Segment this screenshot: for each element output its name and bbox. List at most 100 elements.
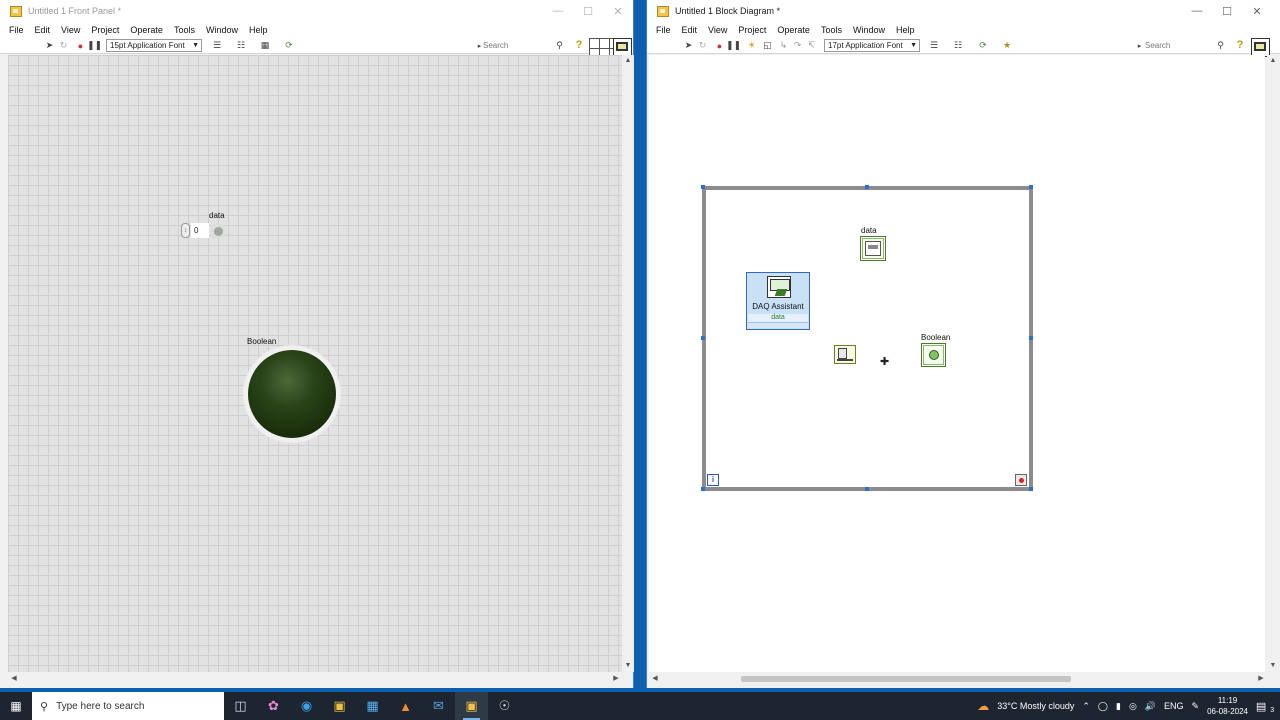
menu-view[interactable]: View — [61, 25, 80, 35]
scroll-right-icon[interactable]: ▶ — [610, 673, 622, 685]
maximize-icon[interactable]: ☐ — [1212, 0, 1242, 22]
pen-workspace-icon[interactable]: ✎ — [1192, 701, 1200, 712]
convert-dynamic-data-node[interactable] — [834, 345, 856, 364]
menu-file[interactable]: File — [9, 25, 24, 35]
taskbar-search-box[interactable]: ⚲ Type here to search — [32, 692, 224, 720]
speaker-icon[interactable]: 🔊 — [1145, 701, 1156, 712]
file-explorer-icon[interactable]: ▣ — [323, 692, 356, 720]
menu-file[interactable]: File — [656, 25, 671, 35]
scroll-down-icon[interactable]: ▼ — [622, 660, 634, 672]
daq-output-data[interactable]: data — [748, 314, 808, 322]
distribute-objects-icon[interactable]: ☷ — [950, 40, 966, 51]
align-objects-icon[interactable]: ☰ — [209, 40, 225, 51]
menu-view[interactable]: View — [708, 25, 727, 35]
language-indicator[interactable]: ENG — [1164, 701, 1184, 711]
menu-edit[interactable]: Edit — [35, 25, 51, 35]
context-help-icon[interactable]: ? — [1234, 39, 1246, 52]
menu-help[interactable]: Help — [249, 25, 268, 35]
numeric-control-label[interactable]: data — [209, 211, 225, 220]
selection-handle[interactable] — [865, 185, 869, 189]
abort-icon[interactable]: ● — [714, 40, 725, 51]
menu-tools[interactable]: Tools — [174, 25, 195, 35]
step-out-icon[interactable]: ↸ — [806, 40, 817, 51]
distribute-objects-icon[interactable]: ☷ — [233, 40, 249, 51]
pause-icon[interactable]: ❚❚ — [87, 40, 102, 51]
front-panel-horizontal-scrollbar[interactable]: ◀ ▶ — [8, 673, 622, 685]
increment-decrement-icon[interactable]: ↕ — [181, 223, 190, 238]
abort-icon[interactable]: ● — [75, 40, 86, 51]
block-diagram-search-input[interactable]: Search — [1145, 40, 1215, 52]
highlight-execution-icon[interactable]: ☀ — [746, 40, 757, 51]
maximize-icon[interactable]: ☐ — [573, 0, 603, 22]
front-panel-vertical-scrollbar[interactable]: ▲ ▼ — [622, 55, 634, 672]
run-continuously-icon[interactable]: ↻ — [58, 40, 69, 51]
iteration-terminal[interactable]: i — [707, 474, 719, 486]
selection-handle[interactable] — [701, 336, 705, 340]
copilot-icon[interactable]: ✿ — [257, 692, 290, 720]
selection-handle[interactable] — [701, 487, 705, 491]
search-icon[interactable]: ⚲ — [1215, 40, 1226, 51]
menu-window[interactable]: Window — [206, 25, 238, 35]
front-panel-search-input[interactable]: Search — [483, 40, 553, 52]
weather-text[interactable]: 33°C Mostly cloudy — [997, 701, 1074, 711]
data-control-terminal[interactable] — [860, 236, 886, 261]
mail-icon[interactable]: ✉ — [422, 692, 455, 720]
selection-handle[interactable] — [1029, 185, 1033, 189]
loop-condition-terminal[interactable] — [1015, 474, 1027, 486]
close-icon[interactable]: ✕ — [603, 0, 633, 22]
font-select[interactable]: 15pt Application Font ▼ — [106, 39, 202, 52]
menu-project[interactable]: Project — [91, 25, 119, 35]
reorder-icon[interactable]: ⟳ — [281, 40, 297, 51]
menu-operate[interactable]: Operate — [777, 25, 810, 35]
search-expand-icon[interactable]: ▸ — [1134, 40, 1145, 51]
taskbar-clock[interactable]: 11:19 06-08-2024 — [1207, 695, 1248, 717]
menu-operate[interactable]: Operate — [130, 25, 163, 35]
pause-icon[interactable]: ❚❚ — [726, 40, 741, 51]
microsoft-store-icon[interactable]: ▦ — [356, 692, 389, 720]
run-arrow-icon[interactable]: ➤ — [44, 40, 55, 51]
align-objects-icon[interactable]: ☰ — [926, 40, 942, 51]
resize-objects-icon[interactable]: ▦ — [257, 40, 273, 51]
scroll-down-icon[interactable]: ▼ — [1267, 660, 1279, 672]
boolean-led-indicator[interactable] — [243, 345, 341, 443]
front-panel-titlebar[interactable]: Untitled 1 Front Panel * — ☐ ✕ — [0, 0, 633, 22]
block-diagram-horizontal-scrollbar[interactable]: ◀ ▶ — [649, 673, 1267, 685]
reorder-icon[interactable]: ⟳ — [975, 40, 991, 51]
context-help-icon[interactable]: ? — [573, 39, 585, 52]
boolean-terminal-label[interactable]: Boolean — [921, 333, 950, 342]
minimize-icon[interactable]: — — [1182, 0, 1212, 22]
ni-labview-launcher-icon[interactable]: ☉ — [488, 692, 521, 720]
windows-start-icon[interactable]: ▦ — [0, 692, 32, 720]
menu-project[interactable]: Project — [738, 25, 766, 35]
font-select[interactable]: 17pt Application Font ▼ — [824, 39, 920, 52]
scroll-right-icon[interactable]: ▶ — [1255, 673, 1267, 685]
scroll-up-icon[interactable]: ▲ — [622, 55, 634, 67]
tray-chevron-up-icon[interactable]: ⌃ — [1082, 701, 1090, 712]
edge-browser-icon[interactable]: ◉ — [290, 692, 323, 720]
selection-handle[interactable] — [701, 185, 705, 189]
network-icon[interactable]: ◎ — [1129, 701, 1137, 712]
selection-handle[interactable] — [1029, 336, 1033, 340]
minimize-icon[interactable]: — — [543, 0, 573, 22]
daq-assistant-express-vi[interactable]: DAQ Assistant data — [746, 272, 810, 330]
express-vi-grow-handle[interactable] — [748, 322, 808, 328]
menu-tools[interactable]: Tools — [821, 25, 842, 35]
data-terminal-label[interactable]: data — [861, 226, 877, 235]
weather-cloud-icon[interactable]: ☁ — [977, 699, 989, 713]
horizontal-scroll-thumb[interactable] — [741, 676, 1071, 682]
numeric-control[interactable]: ↕ 0 — [181, 223, 227, 238]
selection-handle[interactable] — [865, 487, 869, 491]
meet-now-icon[interactable]: ◯ — [1098, 701, 1108, 712]
labview-taskbar-icon[interactable]: ▣ — [455, 692, 488, 720]
clean-up-diagram-icon[interactable]: ★ — [1000, 40, 1014, 51]
search-icon[interactable]: ⚲ — [554, 40, 565, 51]
close-icon[interactable]: ✕ — [1242, 0, 1272, 22]
step-into-icon[interactable]: ↳ — [778, 40, 789, 51]
step-over-icon[interactable]: ↷ — [792, 40, 803, 51]
block-diagram-vertical-scrollbar[interactable]: ▲ ▼ — [1267, 55, 1279, 672]
matlab-icon[interactable]: ▲ — [389, 692, 422, 720]
menu-help[interactable]: Help — [896, 25, 915, 35]
scroll-left-icon[interactable]: ◀ — [649, 673, 661, 685]
block-diagram-titlebar[interactable]: Untitled 1 Block Diagram * — ☐ ✕ — [647, 0, 1280, 22]
run-arrow-icon[interactable]: ➤ — [683, 40, 694, 51]
